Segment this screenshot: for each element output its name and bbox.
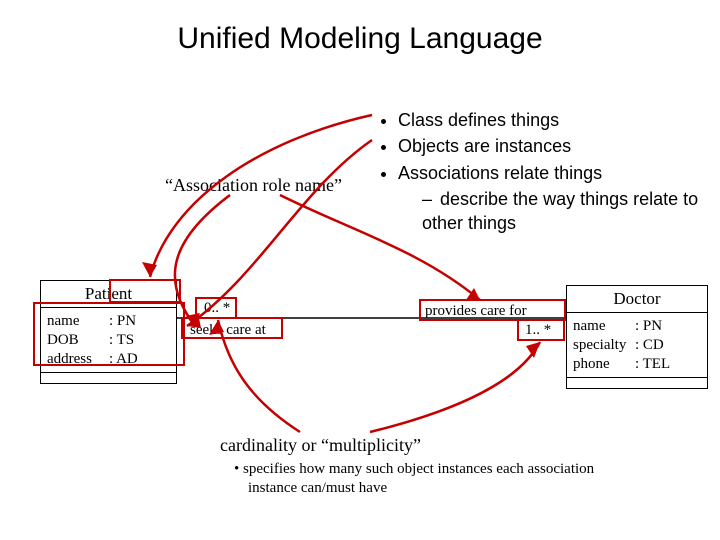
attr-type: : TEL — [635, 355, 670, 374]
association-role-name-label: “Association role name” — [165, 175, 342, 196]
bullet-item: Associations relate things — [398, 161, 720, 185]
attr-type: : TS — [109, 331, 134, 350]
attr-name: name — [47, 312, 109, 331]
class-title: Doctor — [567, 286, 707, 313]
bullet-item: Class defines things — [398, 108, 720, 132]
attr-name: specialty — [573, 336, 635, 355]
class-patient: Patient name: PN DOB: TS address: AD — [40, 280, 177, 384]
attr-name: name — [573, 317, 635, 336]
footer-heading: cardinality or “multiplicity” — [220, 435, 421, 456]
bullet-item: Objects are instances — [398, 134, 720, 158]
attr-type: : PN — [109, 312, 136, 331]
attr-name: DOB — [47, 331, 109, 350]
footer-detail: specifies how many such object instances… — [248, 460, 608, 498]
diagram-lines — [0, 0, 720, 540]
bullet-list: Class defines things Objects are instanc… — [374, 106, 720, 237]
role-left: seeks care at — [190, 322, 266, 339]
attr-type: : CD — [635, 336, 664, 355]
bullet-subitem: describe the way things relate to other … — [422, 187, 720, 236]
attr-name: address — [47, 350, 109, 369]
attr-name: phone — [573, 355, 635, 374]
cardinality-right: 1.. * — [525, 322, 551, 339]
class-title: Patient — [41, 281, 176, 308]
attr-type: : AD — [109, 350, 138, 369]
class-doctor: Doctor name: PN specialty: CD phone: TEL — [566, 285, 708, 389]
attr-type: : PN — [635, 317, 662, 336]
cardinality-left: 0.. * — [204, 300, 230, 317]
page-title: Unified Modeling Language — [0, 22, 720, 56]
role-right: provides care for — [425, 303, 527, 320]
